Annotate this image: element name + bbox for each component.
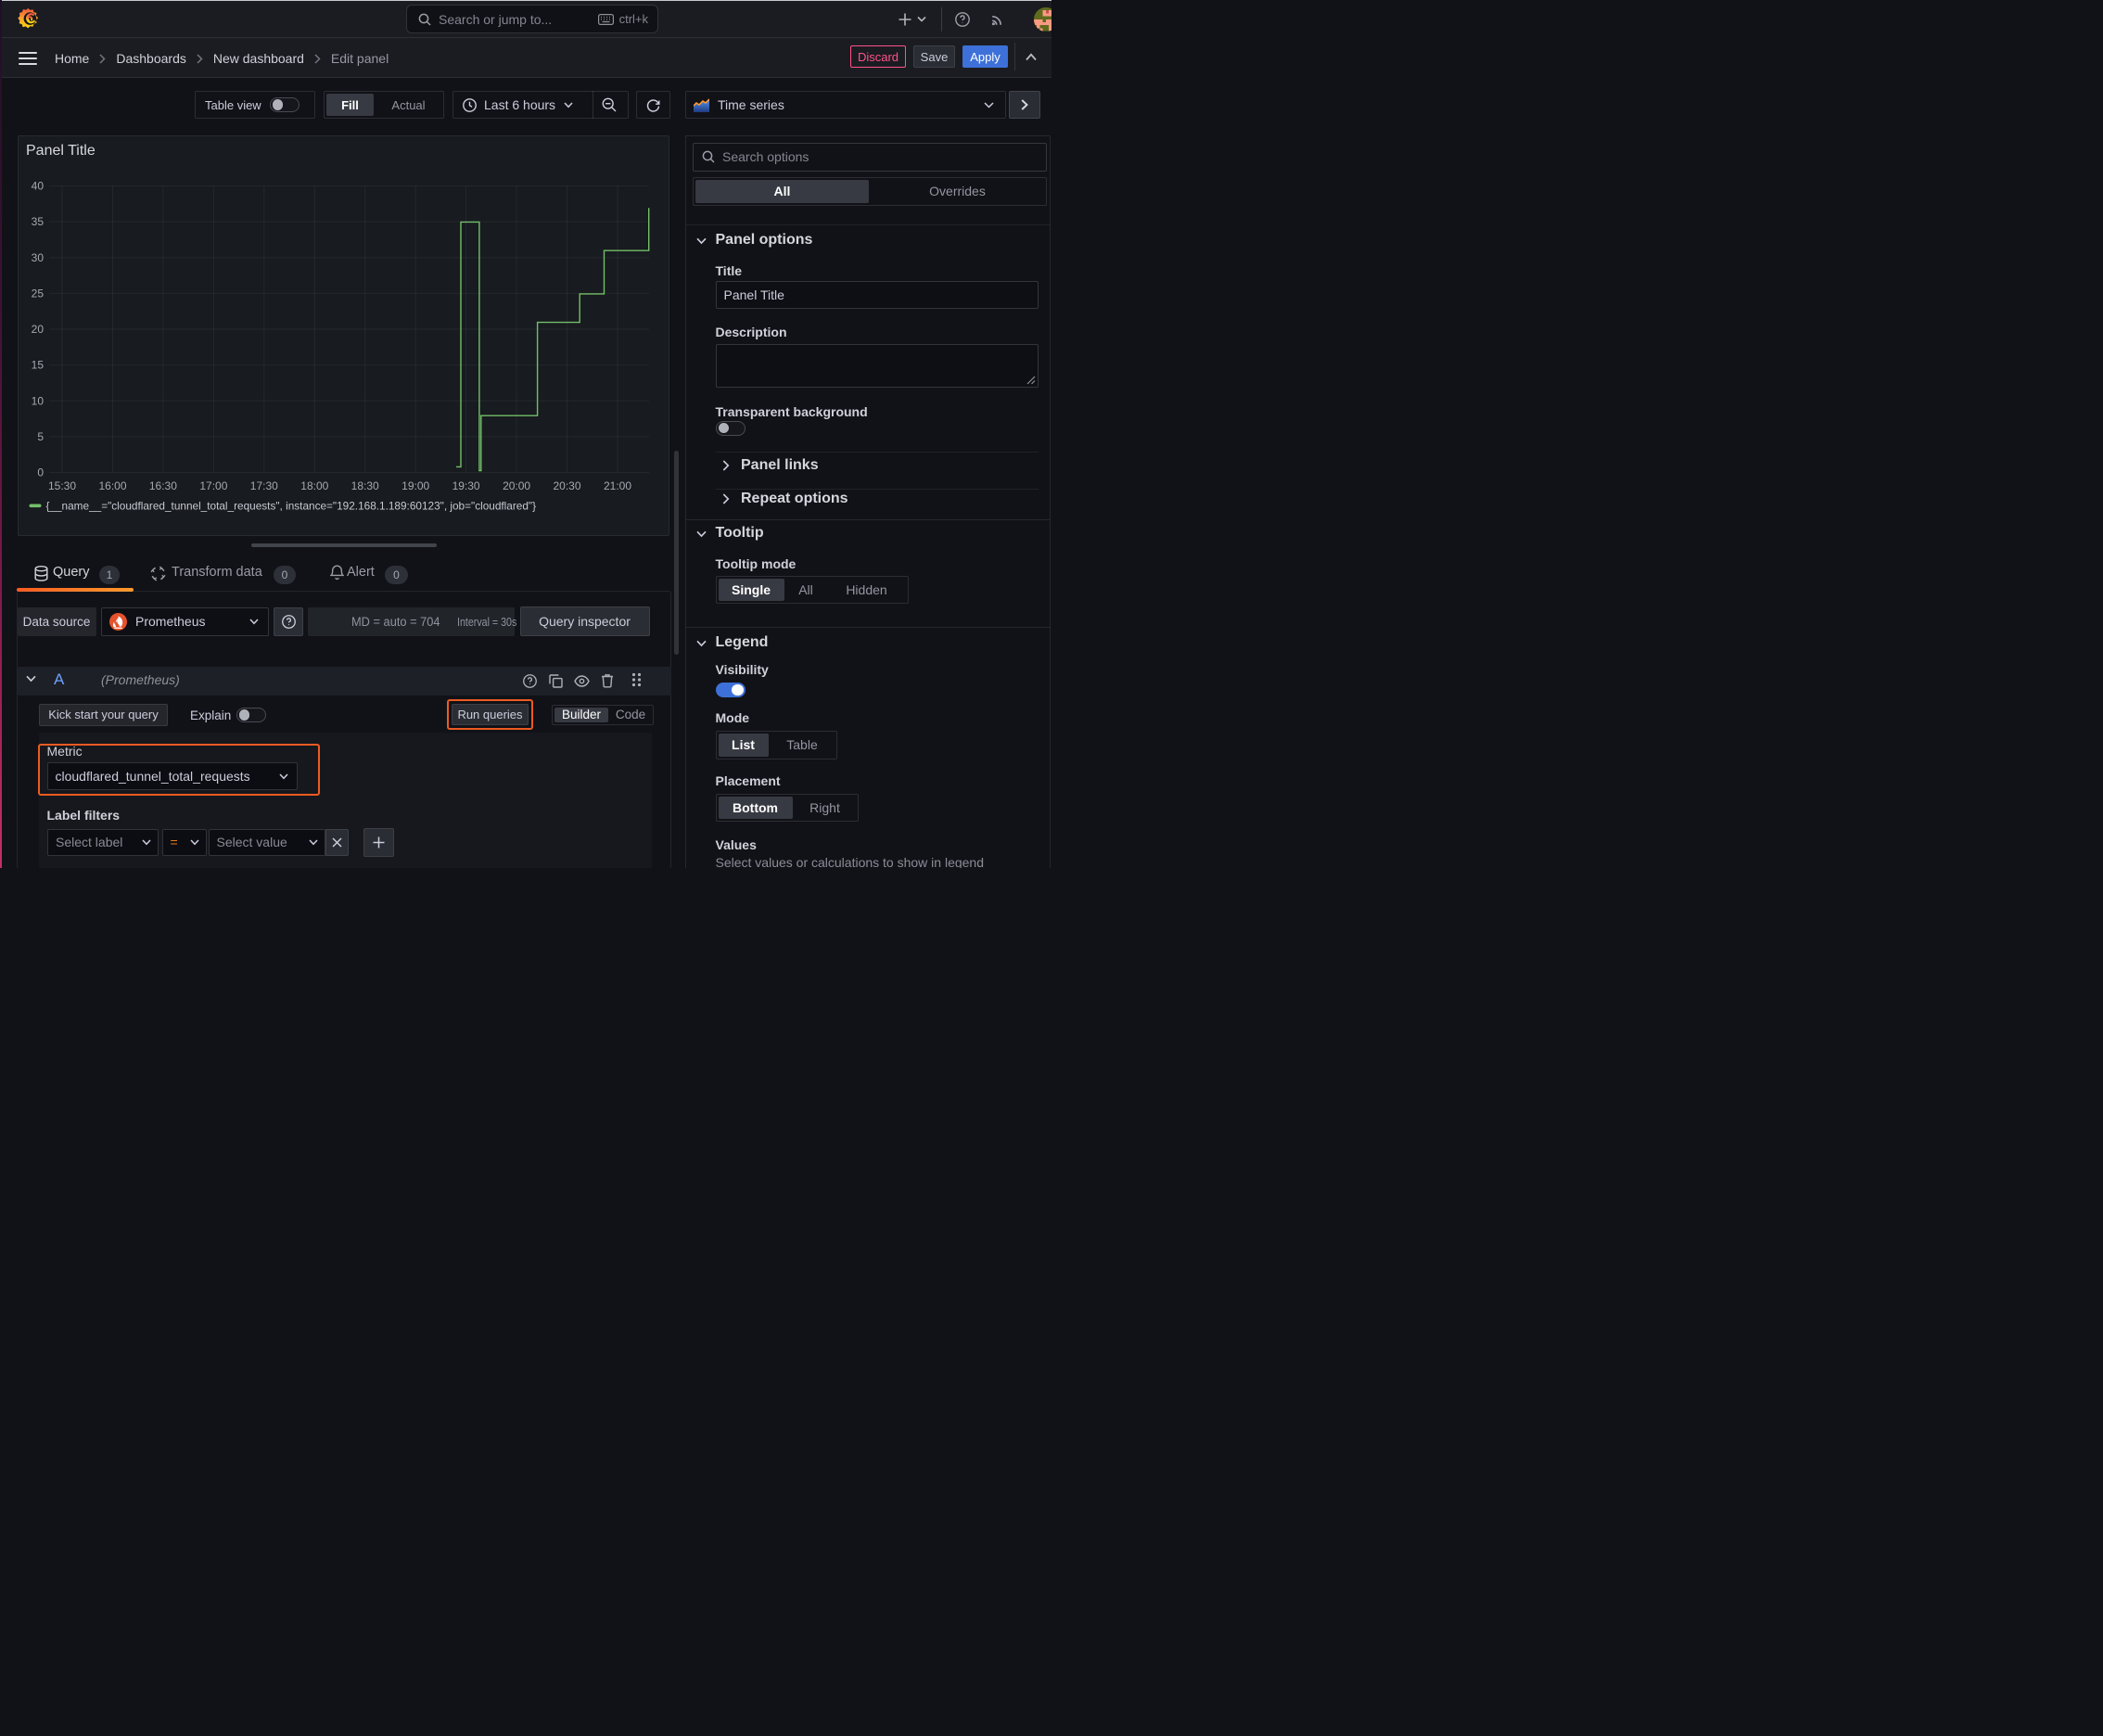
svg-text:10: 10 <box>32 394 45 407</box>
svg-text:35: 35 <box>32 215 45 228</box>
svg-text:0: 0 <box>37 466 44 479</box>
svg-text:{__name__="cloudflared_tunnel_: {__name__="cloudflared_tunnel_total_requ… <box>46 500 537 513</box>
svg-text:21:00: 21:00 <box>604 479 631 492</box>
svg-text:5: 5 <box>37 430 44 443</box>
svg-text:20: 20 <box>32 323 45 336</box>
svg-text:25: 25 <box>32 287 45 300</box>
svg-text:15: 15 <box>32 359 45 372</box>
svg-text:40: 40 <box>32 180 45 193</box>
svg-text:19:30: 19:30 <box>452 479 480 492</box>
svg-text:15:30: 15:30 <box>48 479 76 492</box>
svg-text:19:00: 19:00 <box>401 479 429 492</box>
svg-text:17:00: 17:00 <box>199 479 227 492</box>
svg-text:18:30: 18:30 <box>351 479 379 492</box>
svg-text:16:30: 16:30 <box>149 479 177 492</box>
svg-text:18:00: 18:00 <box>300 479 328 492</box>
svg-text:20:30: 20:30 <box>553 479 580 492</box>
svg-text:17:30: 17:30 <box>250 479 278 492</box>
svg-text:20:00: 20:00 <box>503 479 530 492</box>
svg-text:30: 30 <box>32 251 45 264</box>
svg-text:16:00: 16:00 <box>98 479 126 492</box>
